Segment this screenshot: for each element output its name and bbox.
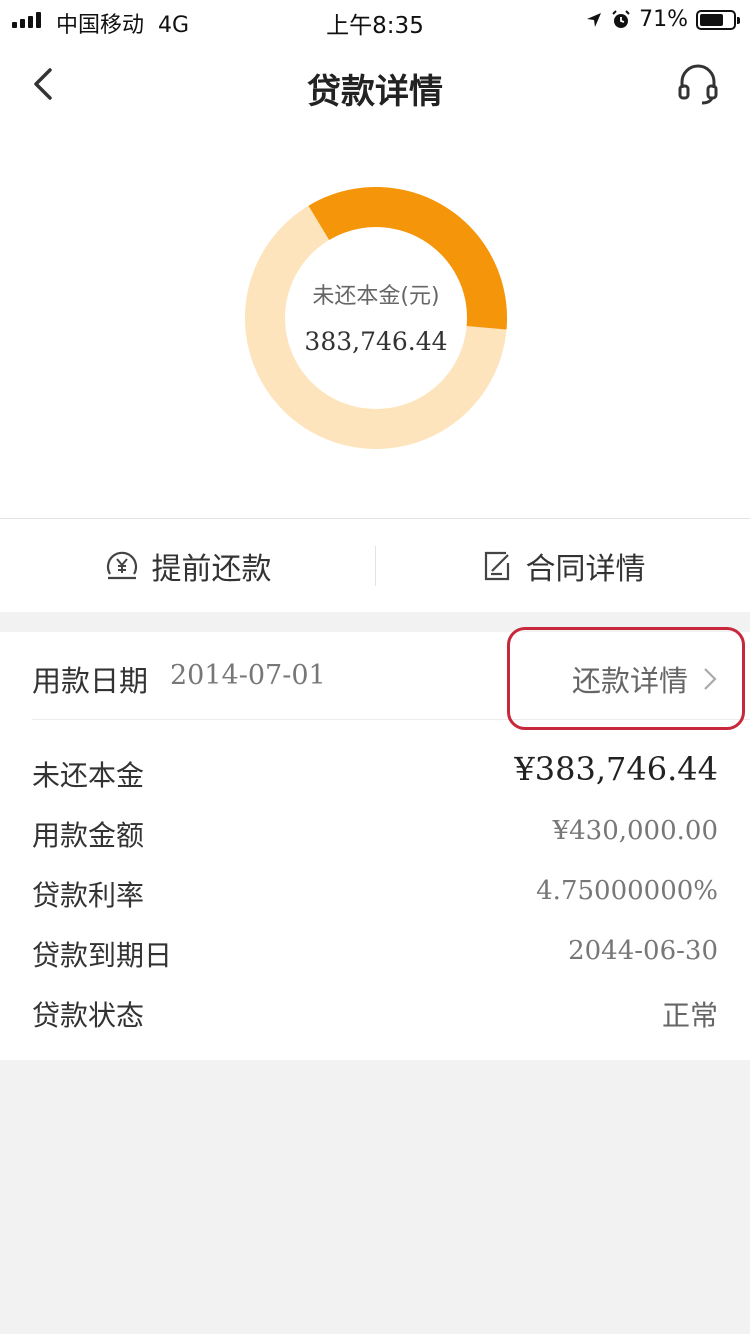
detail-row-rate: 贷款利率 4.75000000% (32, 862, 718, 922)
detail-row-label: 贷款状态 (32, 999, 145, 1032)
detail-row-status: 贷款状态 正常 (32, 982, 718, 1042)
principal-donut-chart (245, 187, 507, 449)
prepay-label: 提前还款 (151, 552, 272, 587)
battery-percent: 71% (639, 7, 688, 32)
contract-detail-button[interactable]: 合同详情 (375, 519, 750, 613)
battery-icon (696, 9, 740, 30)
repayment-detail-highlight-box (507, 627, 745, 730)
alarm-icon (612, 9, 630, 28)
yuan-coin-icon (106, 551, 137, 580)
status-bar: 中国移动 4G 上午8:35 71% (0, 0, 750, 40)
navigation-bar: 贷款详情 (0, 40, 750, 130)
location-icon (587, 12, 602, 27)
detail-row-label: 贷款利率 (32, 879, 145, 912)
page-title: 贷款详情 (307, 72, 443, 112)
detail-row-label: 贷款到期日 (32, 939, 173, 972)
donut-value: 383,746.44 (304, 327, 448, 356)
detail-row-label: 未还本金 (32, 759, 145, 792)
customer-service-headset-icon[interactable] (676, 62, 720, 106)
detail-row-outstanding: 未还本金 ¥383,746.44 (32, 742, 718, 802)
detail-row-label: 用款金额 (32, 819, 145, 852)
contract-detail-label: 合同详情 (525, 552, 646, 587)
detail-row-maturity: 贷款到期日 2044-06-30 (32, 922, 718, 982)
detail-row-value: 4.75000000% (536, 876, 718, 906)
loan-date-value: 2014-07-01 (170, 660, 326, 691)
header-panel: 中国移动 4G 上午8:35 71% 贷款详情 未还本金(元) 383,746.… (0, 0, 750, 518)
edit-document-icon (484, 551, 509, 581)
detail-row-value: ¥430,000.00 (552, 816, 718, 846)
detail-row-value: ¥383,746.44 (514, 750, 718, 788)
detail-row-amount: 用款金额 ¥430,000.00 (32, 802, 718, 862)
prepay-button[interactable]: 提前还款 (0, 519, 375, 613)
detail-row-value: 正常 (661, 999, 718, 1032)
detail-row-value: 2044-06-30 (568, 936, 718, 966)
loan-date-label: 用款日期 (32, 664, 149, 698)
action-bar: 提前还款 合同详情 (0, 518, 750, 612)
donut-label: 未还本金(元) (312, 284, 440, 309)
